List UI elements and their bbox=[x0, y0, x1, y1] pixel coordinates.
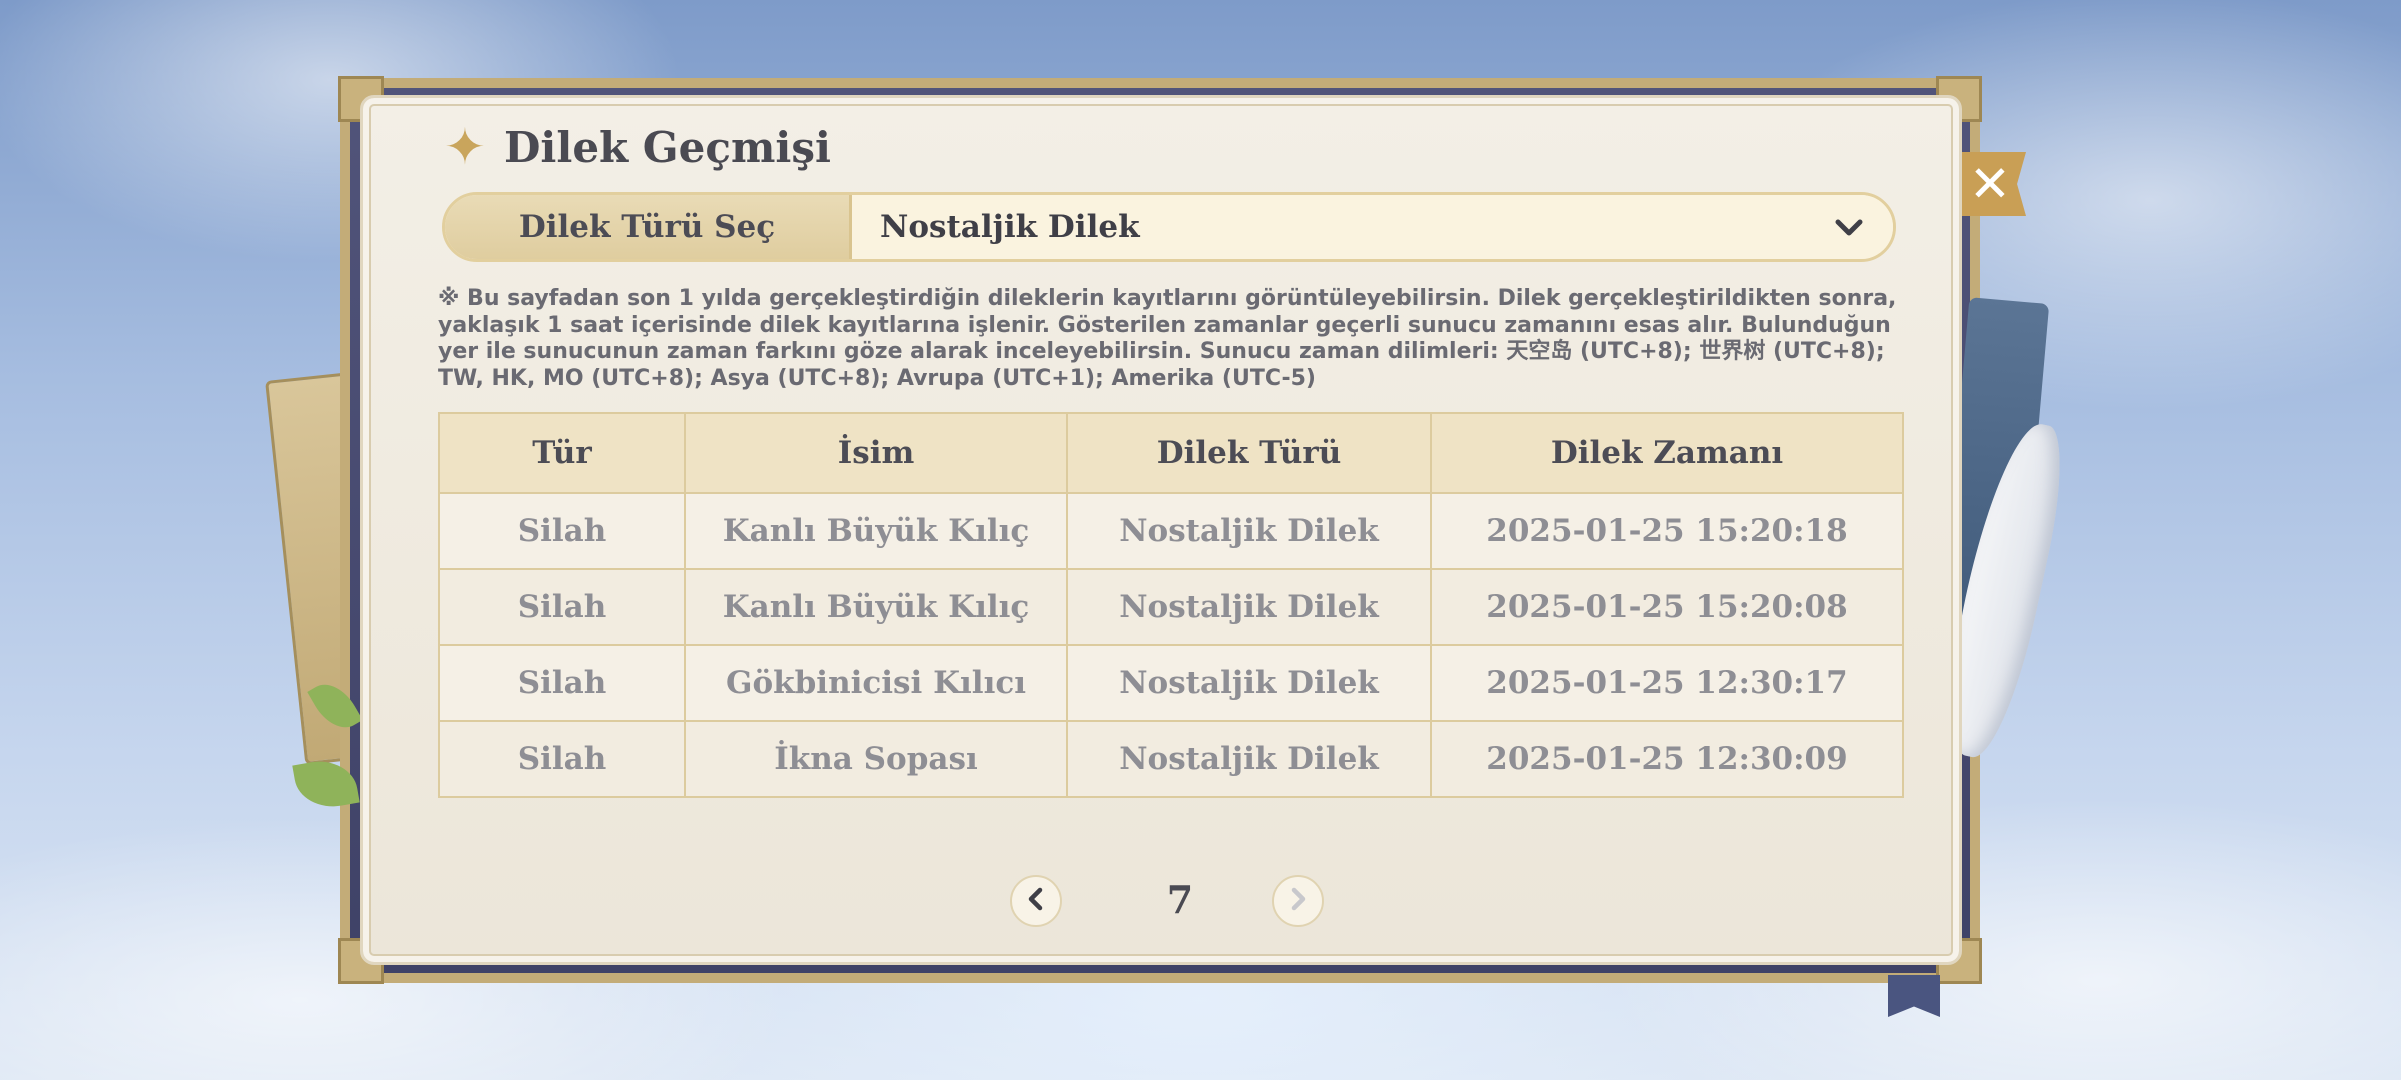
chevron-down-icon bbox=[1831, 209, 1867, 245]
close-button[interactable]: ✕ bbox=[1962, 152, 2026, 216]
wish-history-table: Tür İsim Dilek Türü Dilek Zamanı Silah K… bbox=[438, 412, 1904, 798]
table-header-row: Tür İsim Dilek Türü Dilek Zamanı bbox=[438, 412, 1904, 494]
column-header-name: İsim bbox=[684, 412, 1068, 494]
column-header-wish-type: Dilek Türü bbox=[1066, 412, 1432, 494]
next-page-button[interactable] bbox=[1272, 875, 1324, 927]
page-title: Dilek Geçmişi bbox=[504, 122, 831, 172]
wish-type-selector: Dilek Türü Seç Nostaljik Dilek bbox=[442, 192, 1896, 262]
wish-type-selector-label: Dilek Türü Seç bbox=[445, 195, 852, 259]
cell-wish-type: Nostaljik Dilek bbox=[1066, 492, 1432, 570]
current-page-number: 7 bbox=[1166, 877, 1194, 922]
column-header-wish-time: Dilek Zamanı bbox=[1430, 412, 1904, 494]
table-row: Silah Kanlı Büyük Kılıç Nostaljik Dilek … bbox=[438, 568, 1904, 646]
pagination: 7 bbox=[1010, 875, 1330, 931]
previous-page-button[interactable] bbox=[1010, 875, 1062, 927]
bookmark-ribbon bbox=[1888, 975, 1940, 1017]
wish-type-dropdown-value: Nostaljik Dilek bbox=[880, 209, 1140, 245]
cell-wish-time: 2025-01-25 15:20:08 bbox=[1430, 568, 1904, 646]
table-row: Silah Kanlı Büyük Kılıç Nostaljik Dilek … bbox=[438, 492, 1904, 570]
cell-type: Silah bbox=[438, 720, 686, 798]
cell-wish-time: 2025-01-25 12:30:09 bbox=[1430, 720, 1904, 798]
cell-wish-type: Nostaljik Dilek bbox=[1066, 644, 1432, 722]
cell-wish-time: 2025-01-25 12:30:17 bbox=[1430, 644, 1904, 722]
cell-wish-type: Nostaljik Dilek bbox=[1066, 568, 1432, 646]
cell-type: Silah bbox=[438, 492, 686, 570]
chevron-right-icon bbox=[1284, 885, 1312, 917]
cell-type: Silah bbox=[438, 644, 686, 722]
chevron-left-icon bbox=[1022, 885, 1050, 917]
cell-name: Gökbinicisi Kılıcı bbox=[684, 644, 1068, 722]
cell-wish-type: Nostaljik Dilek bbox=[1066, 720, 1432, 798]
cell-type: Silah bbox=[438, 568, 686, 646]
wish-type-dropdown[interactable]: Nostaljik Dilek bbox=[852, 195, 1893, 259]
cell-name: İkna Sopası bbox=[684, 720, 1068, 798]
cell-name: Kanlı Büyük Kılıç bbox=[684, 568, 1068, 646]
title-row: ✦ Dilek Geçmişi bbox=[438, 112, 831, 182]
table-row: Silah Gökbinicisi Kılıcı Nostaljik Dilek… bbox=[438, 644, 1904, 722]
cell-name: Kanlı Büyük Kılıç bbox=[684, 492, 1068, 570]
notice-text: ※ Bu sayfadan son 1 yılda gerçekleştirdi… bbox=[438, 286, 1897, 391]
column-header-type: Tür bbox=[438, 412, 686, 494]
table-row: Silah İkna Sopası Nostaljik Dilek 2025-0… bbox=[438, 720, 1904, 798]
close-icon: ✕ bbox=[1969, 155, 2011, 213]
cell-wish-time: 2025-01-25 15:20:18 bbox=[1430, 492, 1904, 570]
sparkle-icon: ✦ bbox=[444, 118, 486, 176]
